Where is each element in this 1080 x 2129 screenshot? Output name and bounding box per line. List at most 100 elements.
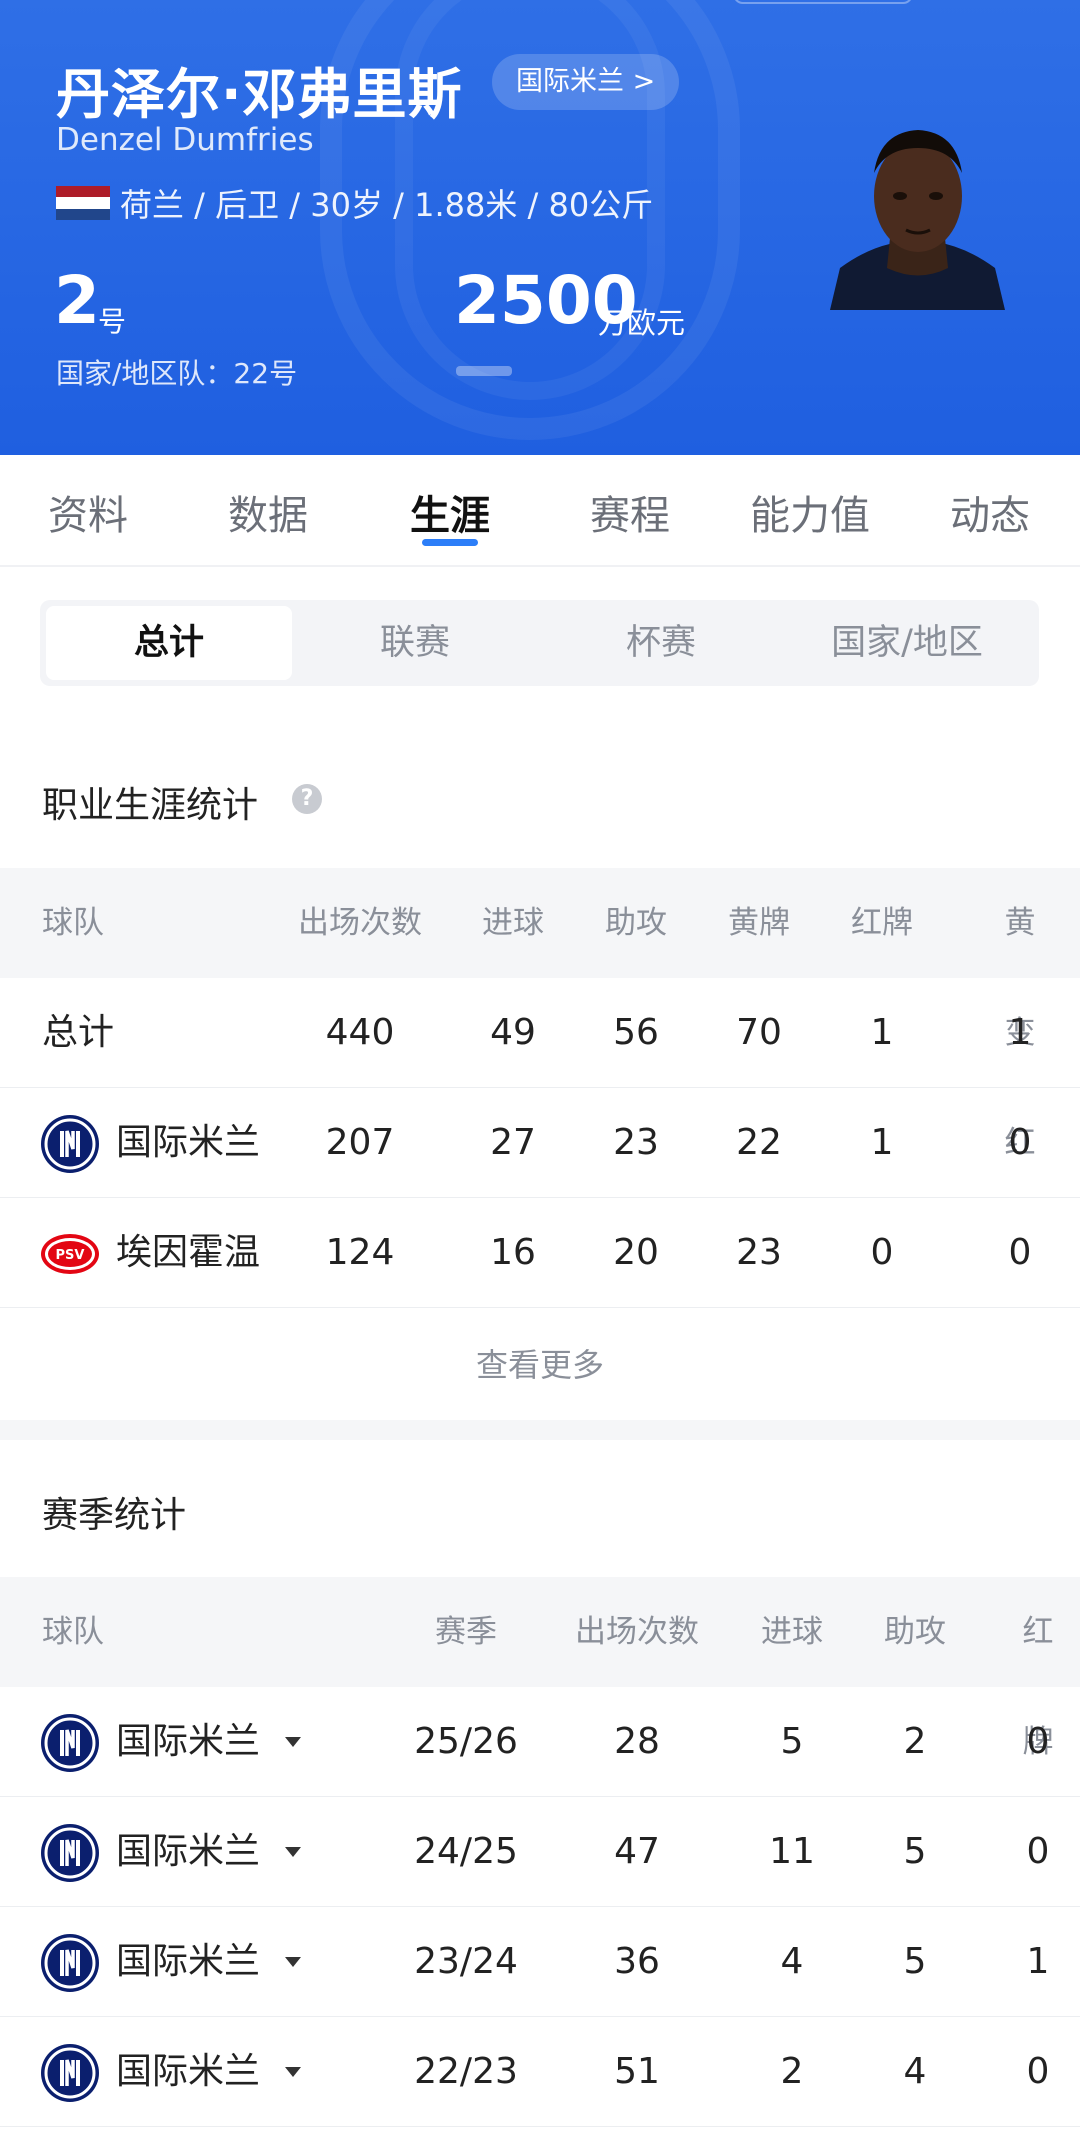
psv-logo-icon: PSV [41,1234,99,1274]
market-value-sublabel-blurred [456,366,512,376]
stat-yellow-cards: 70 [736,1012,782,1053]
header-season: 赛季 [435,1614,497,1650]
stat-goals: 5 [780,1721,804,1762]
team-name: 国际米兰 [116,1122,261,1163]
stat-assists: 5 [903,1941,927,1982]
team-name: 国际米兰 [116,1721,261,1762]
table-row: 总计 440 49 56 70 1 1 [0,978,1080,1088]
shirt-number: 2 [54,262,100,339]
tab-career[interactable]: 生涯 [410,483,490,541]
table-row[interactable]: 国际米兰 24/25 47 11 5 0 [0,1797,1080,1907]
filter-league[interactable]: 联赛 [292,606,538,680]
stat-yellow-cards: 22 [736,1122,782,1163]
stat-red-cards: 0 [1026,1831,1050,1872]
stat-appearances: 51 [614,2051,660,2092]
club-link-button[interactable]: 国际米兰 > [492,54,680,110]
stat-red-cards: 0 [1026,2051,1050,2092]
header-team: 球队 [42,1614,104,1650]
stat-assists: 4 [903,2051,927,2092]
header-goals: 进球 [761,1614,823,1650]
header-yellow-cards: 黄牌 [728,905,790,941]
stat-appearances: 28 [614,1721,660,1762]
season-stats-title: 赛季统计 [42,1495,187,1536]
shirt-number-unit: 号 [98,305,127,338]
tab-data[interactable]: 数据 [228,483,308,541]
team-name: 国际米兰 [116,1831,261,1872]
section-divider [0,1420,1080,1440]
stat-season: 25/26 [414,1721,518,1762]
dropdown-caret-icon[interactable] [285,1847,301,1857]
player-english-name: Denzel Dumfries [56,122,314,158]
player-bio: 荷兰 / 后卫 / 30岁 / 1.88米 / 80公斤 [120,186,654,224]
team-name: 埃因霍温 [116,1232,261,1273]
inter-logo-icon [41,1115,99,1173]
stat-season: 24/25 [414,1831,518,1872]
inter-logo-icon [41,2044,99,2102]
filter-total[interactable]: 总计 [46,606,292,680]
filter-national[interactable]: 国家/地区 [784,606,1030,680]
top-chip-outline [733,0,913,4]
header-appearances: 出场次数 [298,905,422,941]
stat-assists: 56 [613,1012,659,1053]
view-more-button[interactable]: 查看更多 [0,1310,1080,1420]
stat-assists: 5 [903,1831,927,1872]
netherlands-flag-icon [56,186,110,220]
inter-logo-icon [41,1714,99,1772]
header-red-cards: 红牌 [851,905,913,941]
stat-goals: 11 [769,1831,815,1872]
market-value-unit: 万欧元 [598,306,686,340]
header-second-yellow: 黄变红 [1004,905,1036,1161]
header-red-cards: 红牌 [1022,1614,1054,1760]
svg-text:PSV: PSV [56,1248,85,1263]
table-row[interactable]: PSV 埃因霍温 124 16 20 23 0 0 [0,1198,1080,1308]
table-row[interactable]: 国际米兰 25/26 28 5 2 0 [0,1687,1080,1797]
team-name: 国际米兰 [116,2051,261,2092]
stat-red-cards: 0 [870,1232,894,1273]
table-row[interactable]: 国际米兰 207 27 23 22 1 0 [0,1088,1080,1198]
stat-appearances: 440 [325,1012,395,1053]
filter-cup[interactable]: 杯赛 [538,606,784,680]
stat-season: 23/24 [414,1941,518,1982]
table-row[interactable]: 国际米兰 22/23 51 2 4 0 [0,2017,1080,2127]
dropdown-caret-icon[interactable] [285,1957,301,1967]
header-assists: 助攻 [605,905,667,941]
header-appearances: 出场次数 [575,1614,699,1650]
stat-second-yellow: 0 [1008,1122,1032,1163]
tab-news[interactable]: 动态 [950,483,1030,541]
player-avatar [830,130,1005,310]
dropdown-caret-icon[interactable] [285,1737,301,1747]
tab-ability[interactable]: 能力值 [750,483,870,541]
header-goals: 进球 [482,905,544,941]
player-header: 丹泽尔·邓弗里斯 国际米兰 > Denzel Dumfries 荷兰 / 后卫 … [0,0,1080,455]
header-team: 球队 [42,905,104,941]
stat-assists: 20 [613,1232,659,1273]
stat-red-cards: 0 [1026,1721,1050,1762]
tab-schedule[interactable]: 赛程 [590,483,670,541]
help-icon[interactable]: ? [292,784,322,814]
national-team-number: 国家/地区队：22号 [56,357,298,390]
stat-appearances: 124 [325,1232,395,1273]
stat-red-cards: 1 [870,1122,894,1163]
stat-goals: 2 [780,2051,804,2092]
stat-goals: 16 [490,1232,536,1273]
player-name: 丹泽尔·邓弗里斯 [56,63,463,126]
stat-goals: 27 [490,1122,536,1163]
header-assists: 助攻 [884,1614,946,1650]
dropdown-caret-icon[interactable] [285,2067,301,2077]
stat-assists: 2 [903,1721,927,1762]
profile-tab-bar: 资料 数据 生涯 赛程 能力值 动态 [0,455,1080,567]
season-table-header: 球队 赛季 出场次数 进球 助攻 红牌 [0,1577,1080,1760]
stat-red-cards: 1 [870,1012,894,1053]
table-row[interactable]: 国际米兰 23/24 36 4 5 1 [0,1907,1080,2017]
inter-logo-icon [41,1934,99,1992]
stat-red-cards: 1 [1026,1941,1050,1982]
stat-appearances: 36 [614,1941,660,1982]
stat-goals: 4 [780,1941,804,1982]
stat-assists: 23 [613,1122,659,1163]
stat-second-yellow: 1 [1008,1012,1032,1053]
team-name: 国际米兰 [116,1941,261,1982]
stat-goals: 49 [490,1012,536,1053]
competition-filter: 总计 联赛 杯赛 国家/地区 [40,600,1039,686]
tab-profile[interactable]: 资料 [48,483,128,541]
stat-season: 22/23 [414,2051,518,2092]
